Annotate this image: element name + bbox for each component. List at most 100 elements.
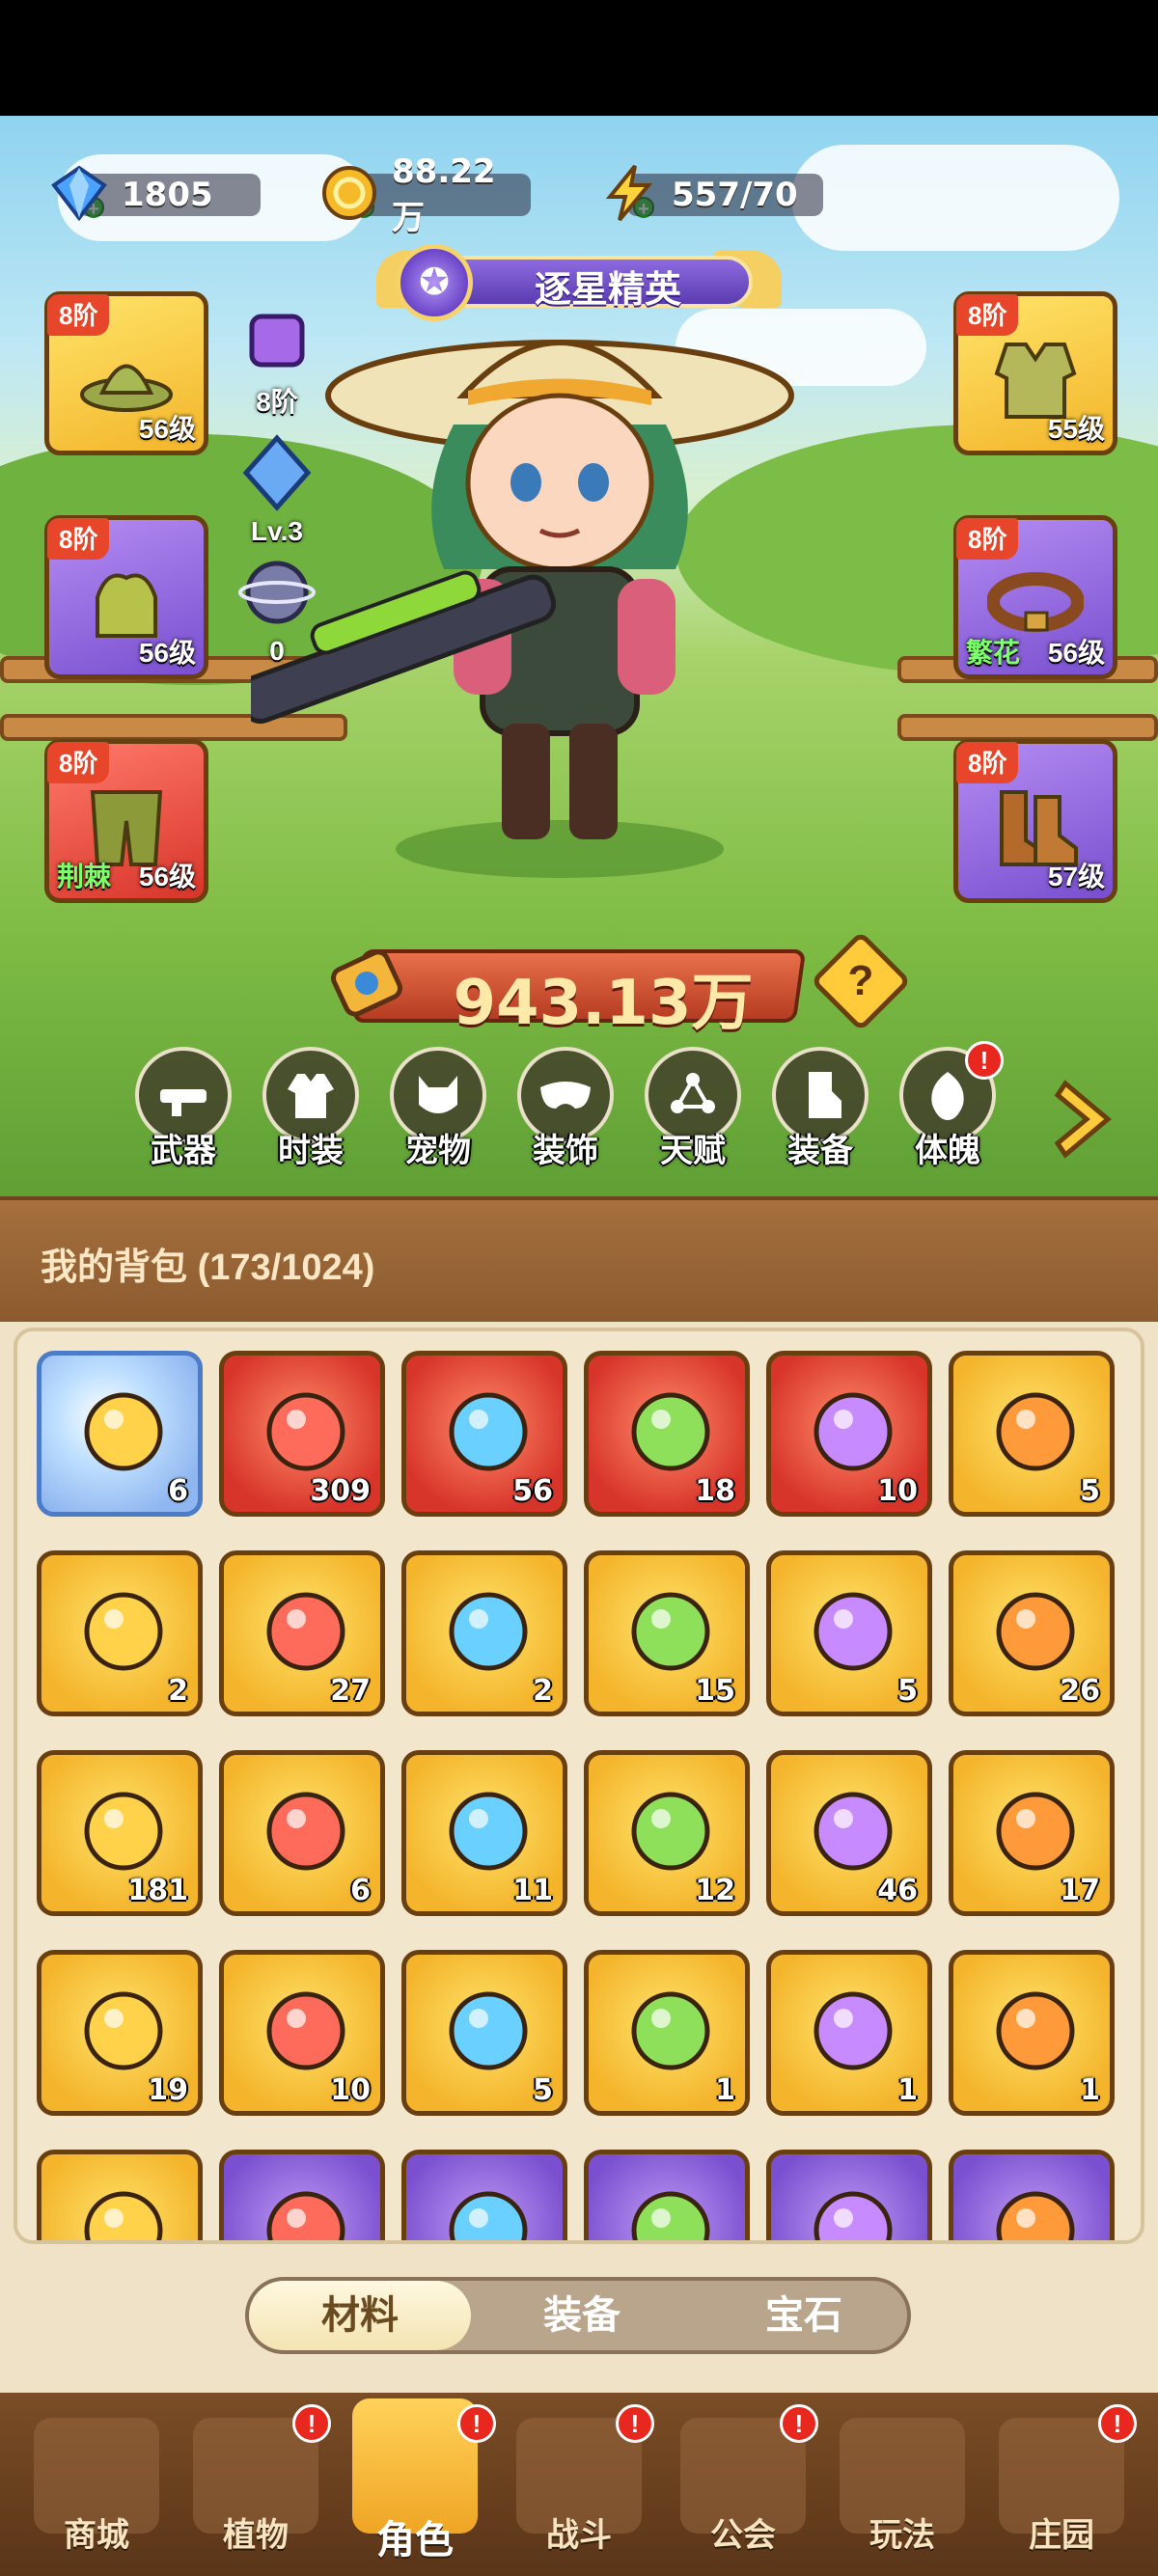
backpack-grid-panel[interactable]: 6 309 56 18 10 5 2 27 2 15 5 26 181 6 11 12 46 17 19 10 5 1 1 1 <box>14 1328 1144 2244</box>
backpack-item[interactable]: 309 <box>219 1351 385 1517</box>
sand-pile-icon <box>266 1792 345 1871</box>
backpack-item[interactable]: 5 <box>949 1351 1115 1517</box>
bottom-nav-shop[interactable]: 商城 <box>19 2393 174 2576</box>
chevron-right-icon[interactable] <box>1052 1076 1119 1163</box>
backpack-item[interactable]: 19 <box>37 1950 203 2116</box>
item-count: 309 <box>310 1474 371 1508</box>
nav-label: 时装 <box>278 1133 344 1169</box>
backpack-item[interactable]: 181 <box>37 1750 203 1916</box>
backpack-item[interactable]: 27 <box>219 1550 385 1716</box>
backpack-item[interactable] <box>949 2150 1115 2240</box>
teal-potion-icon <box>631 1991 710 2070</box>
backpack-title: 我的背包 (173/1024) <box>41 1237 374 1290</box>
gift-icon <box>996 2191 1075 2240</box>
backpack-item[interactable]: 46 <box>766 1750 932 1916</box>
equip-rank-badge: 8阶 <box>956 294 1019 336</box>
outfit-icon <box>288 1074 334 1118</box>
item-count: 1 <box>1080 2073 1100 2107</box>
backpack-item[interactable] <box>37 2150 203 2240</box>
knot-icon <box>84 2191 163 2240</box>
bottom-nav-guild[interactable]: 公会 ! <box>666 2393 820 2576</box>
red-potion-icon <box>449 1392 528 1471</box>
status-bar-area <box>0 0 1158 116</box>
star-icon <box>84 1392 163 1471</box>
backpack-item[interactable]: 6 <box>219 1750 385 1916</box>
equip-level: 56级 <box>138 638 196 668</box>
equip-slot-hat[interactable]: 8阶 56级 <box>44 291 208 455</box>
backpack-item[interactable]: 5 <box>766 1550 932 1716</box>
backpack-item[interactable]: 1 <box>949 1950 1115 2116</box>
energy-currency[interactable]: + 557/70 <box>598 164 823 222</box>
diamond-value: 1805 <box>122 176 213 214</box>
crystal-level[interactable]: Lv.3 <box>234 434 320 547</box>
rank-emblem-icon: ✪ <box>396 244 473 321</box>
tab-equipment[interactable]: 装备 <box>471 2281 693 2350</box>
rank-title: 逐星精英 <box>534 270 681 311</box>
bottom-nav-character[interactable]: 角色 ! <box>338 2393 496 2576</box>
bottom-nav-battle[interactable]: 战斗 ! <box>502 2393 656 2576</box>
backpack-item[interactable]: 6 <box>37 1351 203 1517</box>
nav-physique[interactable]: 体魄 ! <box>890 1041 1006 1192</box>
bottom-nav-plant[interactable]: 植物 ! <box>179 2393 333 2576</box>
backpack-item[interactable]: 10 <box>766 1351 932 1517</box>
tab-materials[interactable]: 材料 <box>249 2281 471 2350</box>
equip-slot-gloves[interactable]: 8阶 56级 <box>44 515 208 679</box>
nav-talent[interactable]: 天赋 <box>635 1047 751 1192</box>
notification-badge: ! <box>780 2404 818 2443</box>
backpack-item[interactable] <box>584 2150 750 2240</box>
backpack-item[interactable]: 1 <box>584 1950 750 2116</box>
backpack-item[interactable]: 2 <box>401 1550 567 1716</box>
equip-slot-vest[interactable]: 8阶 55级 <box>953 291 1117 455</box>
bottom-nav-manor[interactable]: 庄园 ! <box>984 2393 1139 2576</box>
help-button[interactable]: ? <box>810 930 912 1032</box>
backpack-item[interactable]: 15 <box>584 1550 750 1716</box>
item-count: 12 <box>695 1874 735 1907</box>
gold-currency[interactable]: + 88.22万 <box>318 152 531 237</box>
backpack-item[interactable]: 5 <box>401 1950 567 2116</box>
notification-badge: ! <box>616 2404 654 2443</box>
backpack-item[interactable] <box>766 2150 932 2240</box>
backpack-rank[interactable]: 8阶 <box>234 299 320 420</box>
backpack-item[interactable] <box>219 2150 385 2240</box>
diamond-currency[interactable]: + 1805 <box>48 164 261 222</box>
nav-equipment[interactable]: 装备 <box>762 1047 878 1192</box>
tab-gems[interactable]: 宝石 <box>693 2281 915 2350</box>
sprayer-icon <box>996 1792 1075 1871</box>
nav-outfit[interactable]: 时装 <box>253 1047 369 1192</box>
item-count: 26 <box>1060 1674 1100 1708</box>
nav-weapon[interactable]: 武器 <box>125 1047 241 1192</box>
nav-decoration[interactable]: 装饰 <box>508 1047 623 1192</box>
equip-slot-boots[interactable]: 8阶 57级 <box>953 739 1117 903</box>
backpack-item[interactable] <box>401 2150 567 2240</box>
equip-slot-pants[interactable]: 8阶 荆棘 56级 <box>44 739 208 903</box>
planet-icon <box>238 561 316 624</box>
notification-badge: ! <box>965 1041 1004 1080</box>
backpack-item[interactable]: 10 <box>219 1950 385 2116</box>
rank-banner[interactable]: ✪ 逐星精英 <box>376 236 782 323</box>
equip-slot-belt[interactable]: 8阶 繁花 56级 <box>953 515 1117 679</box>
nav-pet[interactable]: 宠物 <box>380 1047 496 1192</box>
backpack-item[interactable]: 26 <box>949 1550 1115 1716</box>
bottom-nav-label: 商城 <box>64 2517 129 2554</box>
backpack-item[interactable]: 12 <box>584 1750 750 1916</box>
backpack-item[interactable]: 56 <box>401 1351 567 1517</box>
backpack-item[interactable]: 2 <box>37 1550 203 1716</box>
combat-power-value: 943.13万 <box>453 968 754 1039</box>
leaf-icon <box>631 2191 710 2240</box>
item-count: 1 <box>897 2073 918 2107</box>
backpack-section: 我的背包 (173/1024) 6 309 56 18 10 5 2 27 2 15 5 26 181 6… <box>0 1196 1158 2393</box>
green-tube-icon <box>631 1392 710 1471</box>
backpack-item[interactable]: 17 <box>949 1750 1115 1916</box>
planet-count[interactable]: 0 <box>234 554 320 667</box>
item-count: 6 <box>350 1874 371 1907</box>
character-sprite[interactable] <box>251 309 849 907</box>
bottom-nav-gameplay[interactable]: 玩法 <box>825 2393 979 2576</box>
item-count: 5 <box>897 1674 918 1708</box>
backpack-item[interactable]: 1 <box>766 1950 932 2116</box>
backpack-item[interactable]: 18 <box>584 1351 750 1517</box>
backpack-item[interactable]: 11 <box>401 1750 567 1916</box>
spool-icon <box>813 1991 893 2070</box>
nav-label: 装备 <box>787 1133 853 1169</box>
ore-icon <box>449 1792 528 1871</box>
feature-nav-row: 武器 时装 宠物 装饰 天赋 装备 体魄 ! <box>0 1041 1158 1192</box>
